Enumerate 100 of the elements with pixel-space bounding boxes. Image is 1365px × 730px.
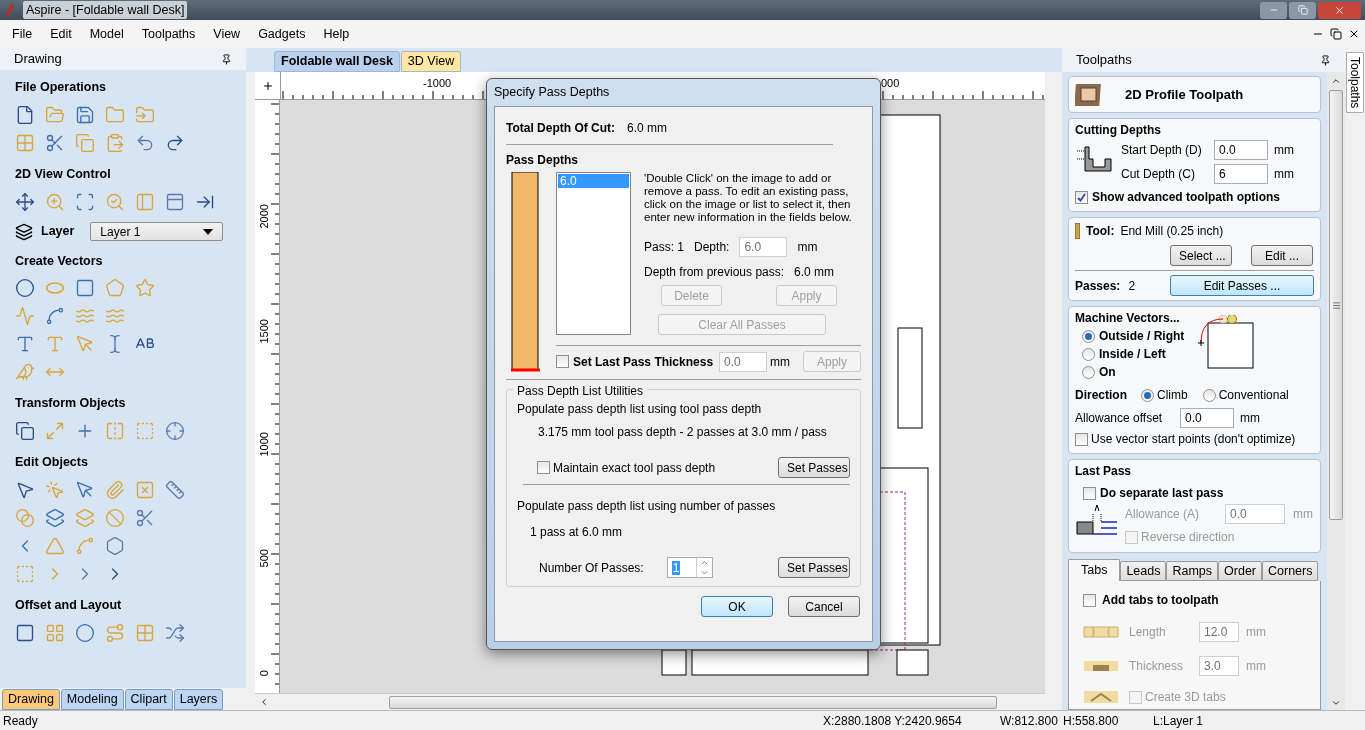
radio-button[interactable] xyxy=(1082,329,1095,343)
menu-item[interactable]: Help xyxy=(314,24,359,44)
checkbox-label: Reverse direction xyxy=(1141,529,1235,546)
vertical-scrollbar[interactable] xyxy=(1327,72,1345,710)
radio-button[interactable] xyxy=(1082,365,1095,379)
checkbox[interactable] xyxy=(1075,432,1088,446)
polygon-icon[interactable] xyxy=(105,278,125,299)
scroll-down-icon[interactable] xyxy=(1331,698,1341,708)
folder-icon[interactable] xyxy=(105,104,125,125)
pass-depth-drawing[interactable] xyxy=(511,172,542,373)
status-coordinates: X:2880.1808 Y:2420.9654 xyxy=(823,712,963,730)
toolpath-tab[interactable]: Ramps xyxy=(1166,561,1219,581)
node-select-icon[interactable] xyxy=(45,479,65,500)
document-tab[interactable]: Foldable wall Desk xyxy=(274,51,400,72)
resize-icon[interactable] xyxy=(45,421,65,441)
panel-left-icon[interactable] xyxy=(135,191,155,212)
radio-button[interactable] xyxy=(1082,347,1095,361)
arc-icon[interactable] xyxy=(45,306,65,327)
toolpath-tab[interactable]: Tabs xyxy=(1068,559,1121,581)
open-folder-icon[interactable] xyxy=(45,104,65,125)
array-icon[interactable] xyxy=(45,622,65,643)
menu-item[interactable]: File xyxy=(3,24,42,44)
checkbox[interactable] xyxy=(1083,486,1096,500)
menu-item[interactable]: Model xyxy=(80,24,133,44)
panel-tab[interactable]: Clipart xyxy=(124,689,173,710)
field-label: Cut Depth (C) xyxy=(1121,166,1197,183)
edit-passes-button[interactable]: Edit Passes ... xyxy=(1170,275,1314,296)
transform-select-icon[interactable] xyxy=(75,479,95,500)
ruler-label: -1000 xyxy=(423,76,452,91)
dropdown-arrow-icon xyxy=(203,228,214,235)
circle-icon[interactable] xyxy=(15,278,35,299)
weld-icon[interactable] xyxy=(15,507,35,528)
offset-icon[interactable] xyxy=(15,622,35,643)
input-field[interactable]: 0.0 xyxy=(1180,408,1234,428)
checkbox[interactable] xyxy=(537,461,550,474)
star-icon[interactable] xyxy=(135,278,155,299)
unit-label: mm xyxy=(1274,166,1294,183)
input-field[interactable]: 6.0 xyxy=(739,237,788,257)
toolpath-tab[interactable]: Corners xyxy=(1262,561,1319,581)
panel-tab[interactable]: Drawing xyxy=(2,689,60,710)
new-file-icon[interactable] xyxy=(15,104,35,125)
pin-icon[interactable] xyxy=(1320,54,1331,66)
ruler-label: 1500 xyxy=(256,318,271,346)
field-label: Start Depth (D) xyxy=(1121,142,1203,159)
radio-button[interactable] xyxy=(1202,388,1216,402)
restore-button[interactable] xyxy=(1289,1,1316,19)
panel-top-icon[interactable] xyxy=(165,191,185,212)
smooth-icon[interactable] xyxy=(75,535,95,556)
input-field[interactable]: 0.0 xyxy=(1214,140,1268,160)
mirror-icon[interactable] xyxy=(105,421,125,441)
layer-dropdown[interactable]: Layer 1 xyxy=(90,222,224,241)
zoom-selection-icon[interactable] xyxy=(105,191,125,212)
field-value: 6.0 mm xyxy=(627,120,668,137)
set-passes-button[interactable]: Set Passes xyxy=(778,557,850,578)
input-field[interactable]: 0.0 xyxy=(719,351,768,372)
checkbox[interactable] xyxy=(1083,593,1096,607)
zoom-icon[interactable] xyxy=(45,191,65,212)
menu-item[interactable]: Toolpaths xyxy=(132,24,205,44)
copy-icon[interactable] xyxy=(75,132,95,153)
align-icon[interactable] xyxy=(165,421,185,441)
scroll-thumb[interactable] xyxy=(1329,90,1343,520)
import-folder-icon[interactable] xyxy=(135,104,155,125)
ok-button[interactable]: OK xyxy=(701,596,773,617)
side-tab[interactable]: Toolpaths xyxy=(1346,52,1364,114)
set-passes-button[interactable]: Set Passes xyxy=(778,457,850,478)
minimize-button[interactable] xyxy=(1260,1,1287,19)
menu-item[interactable]: Gadgets xyxy=(249,24,315,44)
restore-icon[interactable] xyxy=(1330,28,1342,40)
paste-icon[interactable] xyxy=(105,132,125,153)
help-text: 'Double Click' on the image to add or remove a pass. To edit an existing pass, click on the image or list to select it, then enter new information in the fields below. xyxy=(644,172,853,224)
checkbox[interactable] xyxy=(1075,190,1088,204)
tool-button[interactable]: Edit ... xyxy=(1251,245,1313,266)
scroll-up-icon[interactable] xyxy=(1331,76,1341,86)
menu-item[interactable]: View xyxy=(204,24,250,44)
close-icon[interactable] xyxy=(1348,28,1360,40)
copy-along-icon[interactable] xyxy=(105,622,125,643)
toolpath-tab[interactable]: Order xyxy=(1218,561,1262,581)
scroll-thumb[interactable] xyxy=(389,695,997,709)
polyline-icon[interactable] xyxy=(15,306,35,327)
save-icon[interactable] xyxy=(75,104,95,125)
menu-item[interactable]: Edit xyxy=(41,24,81,44)
pan-icon[interactable] xyxy=(15,191,35,212)
circular-array-icon[interactable] xyxy=(75,622,95,643)
radio-button[interactable] xyxy=(1141,388,1154,402)
cancel-button[interactable]: Cancel xyxy=(788,596,860,617)
bird-icon[interactable] xyxy=(15,362,35,383)
grid-icon[interactable] xyxy=(15,132,35,153)
scroll-left-icon[interactable] xyxy=(259,697,269,707)
panel-tab[interactable]: Modeling xyxy=(60,689,124,710)
measure-icon[interactable] xyxy=(165,479,185,500)
rectangle-icon[interactable] xyxy=(75,278,95,299)
pin-icon[interactable] xyxy=(221,53,232,65)
input-field[interactable]: 6 xyxy=(1214,164,1268,184)
trim-icon[interactable] xyxy=(135,507,155,528)
document-tab[interactable]: 3D View xyxy=(400,51,462,72)
scissors-icon[interactable] xyxy=(45,132,65,153)
toolpath-tab[interactable]: Leads xyxy=(1120,561,1167,581)
tool-button[interactable]: Select ... xyxy=(1170,245,1232,266)
panel-tab[interactable]: Layers xyxy=(173,689,224,710)
checkbox[interactable] xyxy=(556,355,569,368)
